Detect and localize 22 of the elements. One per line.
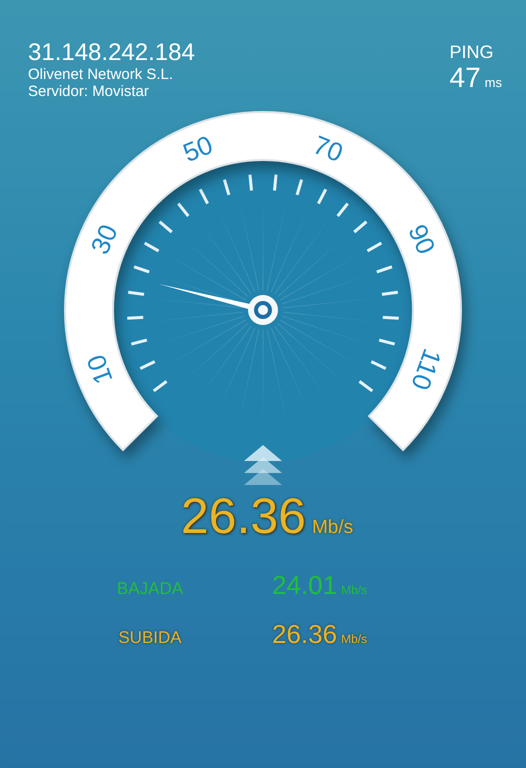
ping-unit: ms: [484, 75, 502, 90]
speed-label: SUBIDA: [117, 628, 182, 648]
stacked-arrows-icon: [244, 445, 282, 485]
speed-value: 26.36: [272, 619, 338, 650]
ping-value: 47: [450, 63, 481, 93]
provider-name: Olivenet Network S.L.: [28, 66, 174, 83]
scale-label: 90: [402, 220, 442, 259]
scale-label: 110: [405, 344, 448, 394]
ip-address: 31.148.242.184: [28, 40, 195, 66]
speed-unit: Mb/s: [341, 583, 368, 597]
needle-hub: [248, 295, 278, 325]
server-name: Servidor: Movistar: [28, 83, 150, 100]
scale-label: 50: [178, 129, 217, 168]
speed-label: BAJADA: [116, 579, 184, 599]
speed-value: 24.01: [272, 570, 338, 601]
speed-value: 26.36: [180, 487, 306, 546]
speed-unit: Mb/s: [312, 517, 354, 539]
ping-label: PING: [450, 41, 494, 63]
scale-label: 30: [84, 220, 124, 259]
scale-label: 70: [309, 129, 348, 168]
scale-label: 10: [80, 350, 119, 388]
speed-unit: Mb/s: [341, 632, 368, 646]
